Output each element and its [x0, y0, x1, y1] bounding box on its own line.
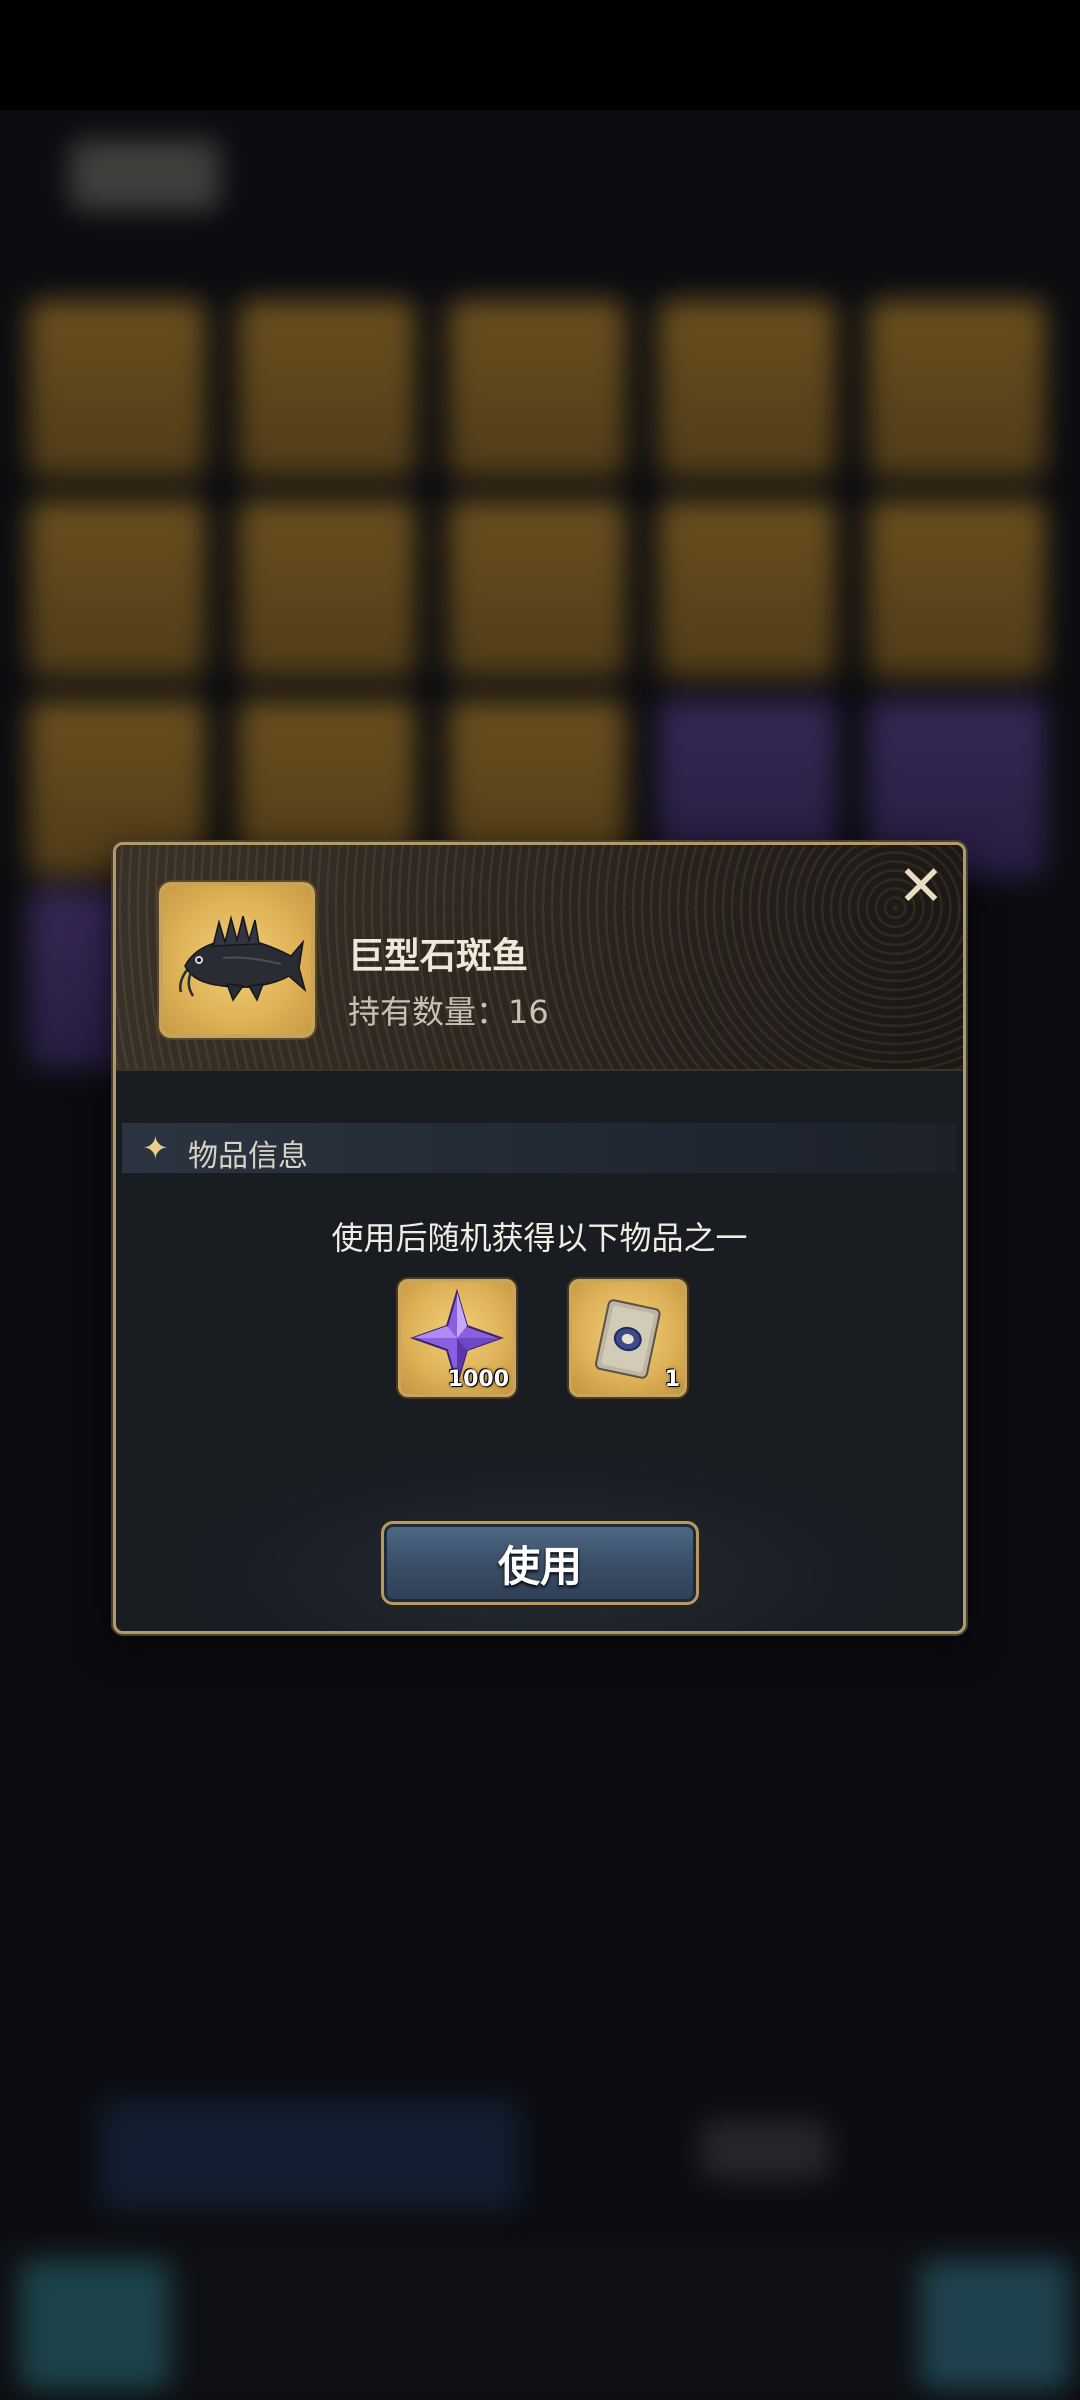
item-name: 巨型石斑鱼 [348, 936, 529, 977]
sparkle-star-icon: ✦ [142, 1129, 169, 1167]
reward-item[interactable]: 1000 [398, 1279, 516, 1397]
background-slot [238, 500, 416, 678]
background-slot [658, 300, 836, 478]
background-slot [448, 500, 626, 678]
background-slot [28, 500, 206, 678]
grouper-fish-icon [159, 882, 315, 1038]
section-header: ✦ 物品信息 [122, 1123, 956, 1174]
background-title [70, 140, 220, 210]
background-slot [658, 500, 836, 678]
reward-quantity: 1 [664, 1367, 680, 1392]
use-button[interactable]: 使用 [381, 1521, 699, 1605]
background-slot [448, 300, 626, 478]
background-button [700, 2120, 830, 2180]
dialog-header: 巨型石斑鱼 持有数量：16 ✕ [116, 845, 963, 1071]
background-nav-item [920, 2260, 1070, 2390]
reward-quantity: 1000 [447, 1367, 509, 1392]
background-button [100, 2100, 520, 2210]
background-slot [868, 300, 1046, 478]
close-button[interactable]: ✕ [885, 851, 957, 923]
item-count: 持有数量：16 [348, 993, 549, 1031]
background-slot [238, 300, 416, 478]
background-nav-item [20, 2260, 170, 2390]
status-bar [0, 0, 1080, 110]
item-description: 使用后随机获得以下物品之一 [331, 1219, 748, 1257]
close-x-icon: ✕ [897, 854, 945, 919]
item-info-dialog: 巨型石斑鱼 持有数量：16 ✕ ✦ 物品信息 使用后随机获得以下物品之一 100… [113, 842, 966, 1634]
reward-item[interactable]: 1 [569, 1279, 687, 1397]
background-slot [28, 300, 206, 478]
section-title: 物品信息 [188, 1139, 308, 1174]
background-slot [868, 500, 1046, 678]
